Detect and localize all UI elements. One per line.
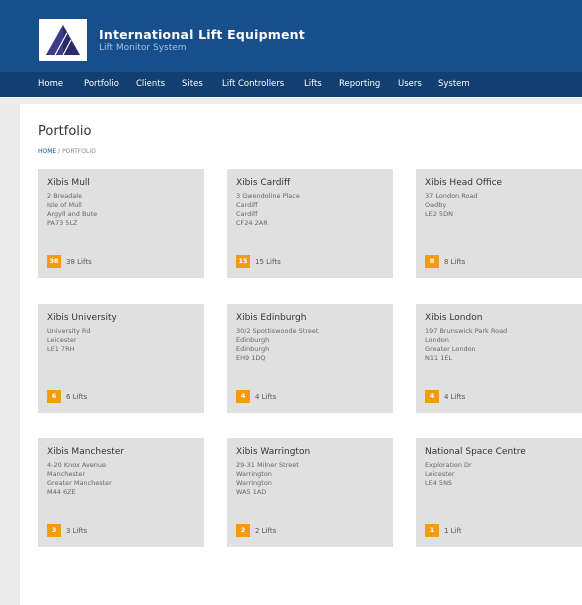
- lift-count-label: 8 Lifts: [444, 258, 466, 266]
- address-line: 3 Gwendoline Place: [236, 192, 300, 200]
- address-line: Oadby: [425, 201, 447, 209]
- address-line: 2 Breadale: [47, 192, 83, 200]
- nav-lift-controllers[interactable]: Lift Controllers: [222, 79, 284, 89]
- address-line: Edinburgh: [236, 336, 270, 344]
- address-line: 30/2 Spottiswoode Street: [236, 327, 319, 335]
- address-line: 29-31 Milner Street: [236, 461, 299, 469]
- app-header: International Lift Equipment Lift Monito…: [0, 0, 582, 97]
- site-card-national-space-centre[interactable]: National Space Centre Exploration Dr Lei…: [416, 438, 582, 547]
- address-line: Edinburgh: [236, 345, 270, 353]
- address-line: 197 Brunswick Park Road: [425, 327, 508, 335]
- lift-count-label: 4 Lifts: [444, 393, 466, 401]
- site-card-xibis-manchester[interactable]: Xibis Manchester 4-20 Knox Avenue Manche…: [38, 438, 204, 547]
- site-name: Xibis Warrington: [236, 447, 311, 457]
- lift-count-badge: 2: [236, 524, 250, 537]
- site-name: Xibis University: [47, 313, 117, 323]
- address-line: Leicester: [425, 470, 455, 478]
- nav-reporting[interactable]: Reporting: [339, 79, 380, 89]
- address-line: Argyll and Bute: [47, 210, 98, 218]
- address-line: Manchester: [47, 470, 86, 478]
- site-name: Xibis London: [425, 313, 483, 323]
- address-line: Greater Manchester: [47, 479, 112, 487]
- logo[interactable]: [39, 19, 87, 61]
- site-address: 37 London Road Oadby LE2 5DN: [425, 192, 478, 219]
- lift-count-label: 1 Lift: [444, 527, 462, 535]
- address-line: N11 1EL: [425, 354, 453, 362]
- nav-home[interactable]: Home: [38, 79, 63, 89]
- lift-count-label: 2 Lifts: [255, 527, 277, 535]
- address-line: LE4 5NS: [425, 479, 453, 487]
- site-card-xibis-warrington[interactable]: Xibis Warrington 29-31 Milner Street War…: [227, 438, 393, 547]
- address-line: 4-20 Knox Avenue: [47, 461, 107, 469]
- nav-clients[interactable]: Clients: [136, 79, 165, 89]
- page-title: Portfolio: [38, 124, 92, 139]
- site-card-xibis-edinburgh[interactable]: Xibis Edinburgh 30/2 Spottiswoode Street…: [227, 304, 393, 413]
- address-line: Cardiff: [236, 201, 258, 209]
- nav-system[interactable]: System: [438, 79, 470, 89]
- lift-count-badge: 6: [47, 390, 61, 403]
- app-title: International Lift Equipment: [99, 27, 305, 42]
- address-line: EH9 1DQ: [236, 354, 266, 362]
- site-address: 2 Breadale Isle of Mull Argyll and Bute …: [47, 192, 97, 228]
- site-name: National Space Centre: [425, 447, 526, 457]
- lift-count-label: 38 Lifts: [66, 258, 92, 266]
- site-name: Xibis Manchester: [47, 447, 125, 457]
- breadcrumb-home[interactable]: HOME: [38, 148, 56, 155]
- breadcrumb: HOME / PORTFOLIO: [38, 148, 96, 155]
- address-line: CF24 2AR: [236, 219, 268, 227]
- lift-count-badge: 1: [425, 524, 439, 537]
- site-address: 30/2 Spottiswoode Street Edinburgh Edinb…: [236, 327, 318, 363]
- site-name: Xibis Cardiff: [236, 178, 291, 188]
- address-line: London: [425, 336, 449, 344]
- site-address: 3 Gwendoline Place Cardiff Cardiff CF24 …: [236, 192, 300, 228]
- lift-count-label: 3 Lifts: [66, 527, 88, 535]
- address-line: M44 6ZE: [47, 488, 76, 496]
- address-line: Greater London: [425, 345, 476, 353]
- address-line: WA5 1AD: [236, 488, 267, 496]
- address-line: Cardiff: [236, 210, 258, 218]
- site-card-xibis-head-office[interactable]: Xibis Head Office 37 London Road Oadby L…: [416, 169, 582, 278]
- site-card-xibis-london[interactable]: Xibis London 197 Brunswick Park Road Lon…: [416, 304, 582, 413]
- nav-portfolio[interactable]: Portfolio: [84, 79, 119, 89]
- address-line: Isle of Mull: [47, 201, 82, 209]
- site-name: Xibis Edinburgh: [236, 313, 307, 323]
- lift-count-label: 6 Lifts: [66, 393, 88, 401]
- address-line: LE1 7RH: [47, 345, 75, 353]
- lift-count-badge: 4: [236, 390, 250, 403]
- address-line: Leicester: [47, 336, 77, 344]
- site-name: Xibis Head Office: [425, 178, 503, 188]
- lift-count-label: 4 Lifts: [255, 393, 277, 401]
- address-line: LE2 5DN: [425, 210, 453, 218]
- lift-count-badge: 3: [47, 524, 61, 537]
- main-nav: Home Portfolio Clients Sites Lift Contro…: [0, 72, 582, 97]
- lift-count-badge: 8: [425, 255, 439, 268]
- site-address: 4-20 Knox Avenue Manchester Greater Manc…: [47, 461, 112, 497]
- triangle-logo-icon: [46, 25, 80, 56]
- nav-sites[interactable]: Sites: [182, 79, 203, 89]
- lift-count-badge: 4: [425, 390, 439, 403]
- site-name: Xibis Mull: [47, 178, 90, 188]
- lift-count-badge: 38: [47, 255, 61, 268]
- address-line: PA73 5LZ: [47, 219, 78, 227]
- site-address: Exploration Dr Leicester LE4 5NS: [425, 461, 472, 488]
- address-line: Warrington: [236, 479, 272, 487]
- breadcrumb-current: PORTFOLIO: [62, 148, 96, 155]
- site-card-xibis-university[interactable]: Xibis University University Rd Leicester…: [38, 304, 204, 413]
- nav-users[interactable]: Users: [398, 79, 422, 89]
- site-address: University Rd Leicester LE1 7RH: [47, 327, 91, 354]
- address-line: Exploration Dr: [425, 461, 472, 469]
- site-card-xibis-cardiff[interactable]: Xibis Cardiff 3 Gwendoline Place Cardiff…: [227, 169, 393, 278]
- lift-count-badge: 15: [236, 255, 250, 268]
- address-line: University Rd: [47, 327, 91, 335]
- site-address: 197 Brunswick Park Road London Greater L…: [425, 327, 507, 363]
- address-line: Warrington: [236, 470, 272, 478]
- site-card-xibis-mull[interactable]: Xibis Mull 2 Breadale Isle of Mull Argyl…: [38, 169, 204, 278]
- nav-lifts[interactable]: Lifts: [304, 79, 322, 89]
- site-address: 29-31 Milner Street Warrington Warringto…: [236, 461, 299, 497]
- address-line: 37 London Road: [425, 192, 478, 200]
- app-subtitle: Lift Monitor System: [99, 43, 187, 53]
- lift-count-label: 15 Lifts: [255, 258, 281, 266]
